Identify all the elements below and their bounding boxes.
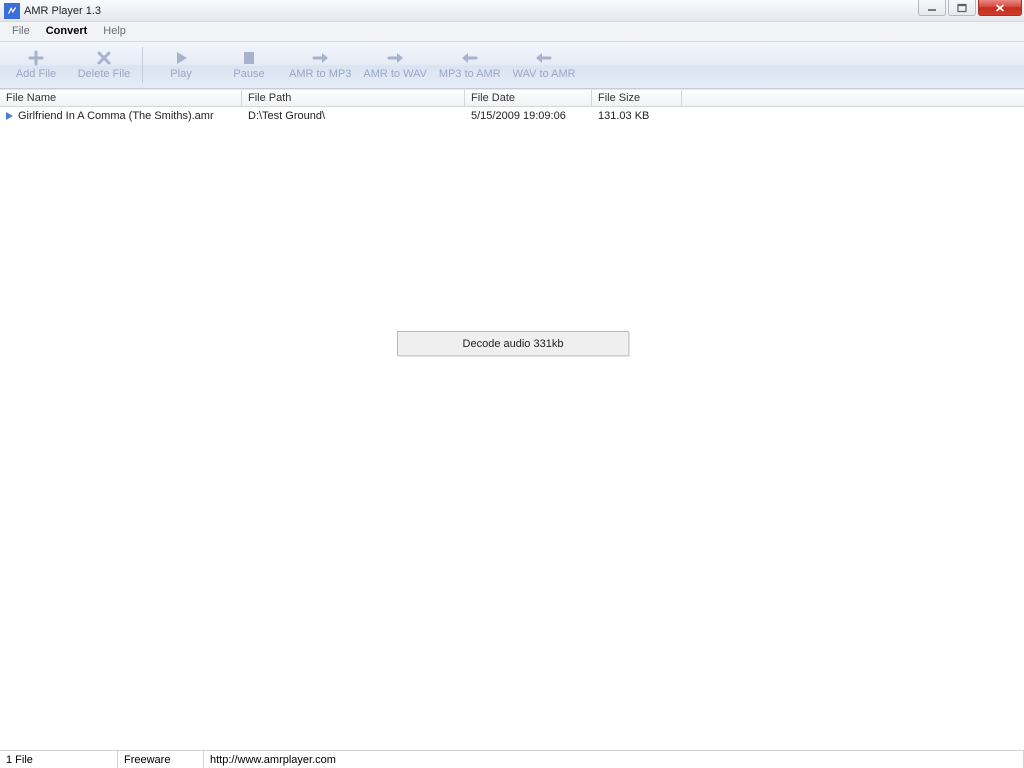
arrow-right-icon: [311, 49, 329, 67]
window-title: AMR Player 1.3: [24, 5, 101, 17]
arrow-right-icon: [386, 49, 404, 67]
status-license: Freeware: [118, 751, 204, 768]
wav-to-amr-button[interactable]: WAV to AMR: [507, 43, 582, 87]
toolbar-separator: [142, 47, 143, 83]
toolbar: Add File Delete File Play Pause AMR to M…: [0, 42, 1024, 89]
cell-file-name: Girlfriend In A Comma (The Smiths).amr: [18, 110, 214, 122]
amr-to-mp3-label: AMR to MP3: [289, 69, 351, 80]
mp3-to-amr-button[interactable]: MP3 to AMR: [433, 43, 507, 87]
play-indicator-icon: [4, 111, 14, 121]
column-header-filler: [682, 90, 1024, 106]
column-header-date[interactable]: File Date: [465, 90, 592, 106]
wav-to-amr-label: WAV to AMR: [513, 69, 576, 80]
maximize-button[interactable]: [948, 0, 976, 16]
column-header-size[interactable]: File Size: [592, 90, 682, 106]
amr-to-mp3-button[interactable]: AMR to MP3: [283, 43, 357, 87]
maximize-icon: [956, 3, 968, 13]
column-header-path[interactable]: File Path: [242, 90, 465, 106]
title-bar: AMR Player 1.3: [0, 0, 1024, 22]
status-url[interactable]: http://www.amrplayer.com: [204, 751, 1024, 768]
close-icon: [994, 3, 1006, 13]
cell-file-size: 131.03 KB: [592, 110, 682, 122]
window-controls: [918, 0, 1022, 16]
close-button[interactable]: [978, 0, 1022, 16]
arrow-left-icon: [535, 49, 553, 67]
decode-status-popup: Decode audio 331kb: [397, 331, 629, 356]
cell-file-date: 5/15/2009 19:09:06: [465, 110, 592, 122]
delete-file-label: Delete File: [78, 69, 131, 80]
status-bar: 1 File Freeware http://www.amrplayer.com: [0, 750, 1024, 768]
cell-file-path: D:\Test Ground\: [242, 110, 465, 122]
menu-help[interactable]: Help: [95, 22, 134, 41]
app-icon: [4, 3, 20, 19]
status-file-count: 1 File: [0, 751, 118, 768]
decode-status-text: Decode audio 331kb: [463, 338, 564, 350]
table-header: File Name File Path File Date File Size: [0, 89, 1024, 107]
delete-file-button[interactable]: Delete File: [70, 43, 138, 87]
column-header-name[interactable]: File Name: [0, 90, 242, 106]
menu-bar: File Convert Help: [0, 22, 1024, 42]
pause-label: Pause: [233, 69, 264, 80]
mp3-to-amr-label: MP3 to AMR: [439, 69, 501, 80]
arrow-left-icon: [461, 49, 479, 67]
amr-to-wav-button[interactable]: AMR to WAV: [357, 43, 433, 87]
add-file-button[interactable]: Add File: [2, 43, 70, 87]
pause-button[interactable]: Pause: [215, 43, 283, 87]
minimize-icon: [926, 3, 938, 13]
play-button[interactable]: Play: [147, 43, 215, 87]
menu-file[interactable]: File: [4, 22, 38, 41]
play-icon: [172, 49, 190, 67]
minimize-button[interactable]: [918, 0, 946, 16]
pause-icon: [240, 49, 258, 67]
table-row[interactable]: Girlfriend In A Comma (The Smiths).amr D…: [0, 107, 1024, 124]
play-label: Play: [170, 69, 191, 80]
add-file-label: Add File: [16, 69, 56, 80]
amr-to-wav-label: AMR to WAV: [363, 69, 427, 80]
file-list[interactable]: Girlfriend In A Comma (The Smiths).amr D…: [0, 107, 1024, 750]
plus-icon: [27, 49, 45, 67]
x-icon: [95, 49, 113, 67]
menu-convert[interactable]: Convert: [38, 22, 96, 41]
